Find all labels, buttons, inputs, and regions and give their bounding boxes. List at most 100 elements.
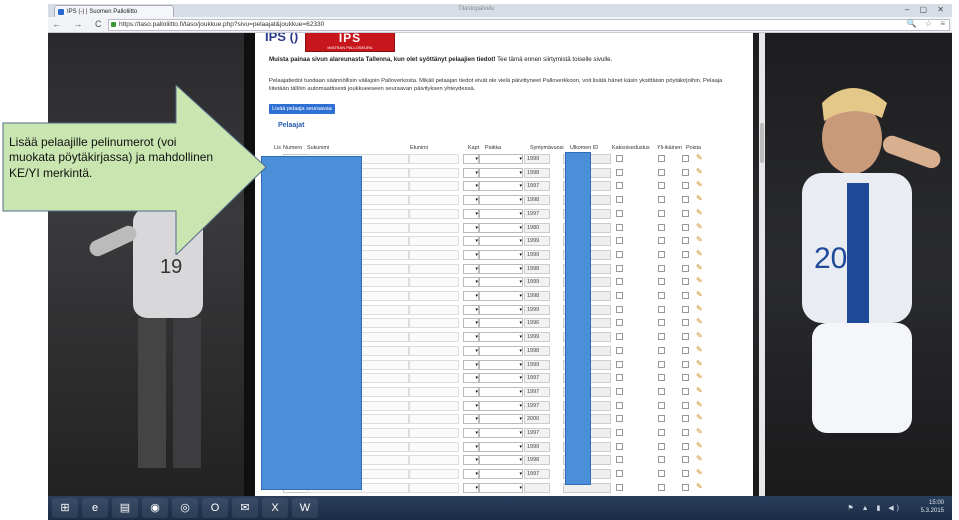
- delete-checkbox[interactable]: [682, 305, 689, 313]
- overage-checkbox[interactable]: [658, 401, 665, 409]
- position-select[interactable]: ▾: [479, 304, 523, 315]
- delete-checkbox[interactable]: [682, 374, 689, 382]
- position-select[interactable]: ▾: [479, 359, 523, 370]
- edit-pencil-icon[interactable]: ✎: [696, 427, 703, 436]
- position-select[interactable]: ▾: [479, 167, 523, 178]
- overage-checkbox[interactable]: [658, 319, 665, 327]
- overage-checkbox[interactable]: [658, 483, 665, 491]
- overage-checkbox[interactable]: [658, 196, 665, 204]
- delete-checkbox[interactable]: [682, 401, 689, 409]
- firstname-field[interactable]: [409, 359, 459, 370]
- delete-checkbox[interactable]: [682, 250, 689, 258]
- overage-checkbox[interactable]: [658, 264, 665, 272]
- firstname-field[interactable]: [409, 469, 459, 480]
- edit-pencil-icon[interactable]: ✎: [696, 482, 703, 491]
- position-select[interactable]: ▾: [479, 482, 523, 493]
- position-select[interactable]: ▾: [479, 386, 523, 397]
- captain-select[interactable]: ▾: [463, 318, 479, 329]
- tray-icons[interactable]: ⚑ ▲ ▮ ◀): [847, 504, 902, 512]
- captain-select[interactable]: ▾: [463, 263, 479, 274]
- captain-select[interactable]: ▾: [463, 208, 479, 219]
- edit-pencil-icon[interactable]: ✎: [696, 180, 703, 189]
- position-select[interactable]: ▾: [479, 373, 523, 384]
- edit-pencil-icon[interactable]: ✎: [696, 304, 703, 313]
- captain-select[interactable]: ▾: [463, 236, 479, 247]
- position-select[interactable]: ▾: [479, 414, 523, 425]
- delete-checkbox[interactable]: [682, 319, 689, 327]
- overage-checkbox[interactable]: [658, 209, 665, 217]
- overage-checkbox[interactable]: [658, 360, 665, 368]
- edit-pencil-icon[interactable]: ✎: [696, 372, 703, 381]
- dual-rep-checkbox[interactable]: [616, 278, 623, 286]
- dual-rep-checkbox[interactable]: [616, 264, 623, 272]
- position-select[interactable]: ▾: [479, 318, 523, 329]
- taskbar-app-icon[interactable]: ◎: [172, 498, 198, 518]
- edit-pencil-icon[interactable]: ✎: [696, 208, 703, 217]
- edit-pencil-icon[interactable]: ✎: [696, 249, 703, 258]
- firstname-field[interactable]: [409, 291, 459, 301]
- position-select[interactable]: ▾: [479, 455, 523, 466]
- captain-select[interactable]: ▾: [463, 222, 479, 233]
- delete-checkbox[interactable]: [682, 292, 689, 299]
- overage-checkbox[interactable]: [658, 387, 665, 395]
- firstname-field[interactable]: [409, 441, 459, 452]
- firstname-field[interactable]: [409, 332, 459, 343]
- overage-checkbox[interactable]: [658, 470, 665, 478]
- window-controls[interactable]: – ▢ ✕: [905, 5, 948, 14]
- position-select[interactable]: ▾: [479, 291, 523, 301]
- delete-checkbox[interactable]: [682, 415, 689, 423]
- clock[interactable]: 15:00 5.3.2015: [921, 499, 944, 515]
- delete-checkbox[interactable]: [682, 470, 689, 478]
- position-select[interactable]: ▾: [479, 195, 523, 206]
- edit-pencil-icon[interactable]: ✎: [696, 413, 703, 422]
- firstname-field[interactable]: [409, 236, 459, 247]
- taskbar-app-icon[interactable]: O: [202, 498, 228, 518]
- dual-rep-checkbox[interactable]: [616, 456, 623, 464]
- position-select[interactable]: ▾: [479, 428, 523, 438]
- captain-select[interactable]: ▾: [463, 291, 479, 301]
- overage-checkbox[interactable]: [658, 429, 665, 436]
- delete-checkbox[interactable]: [682, 264, 689, 272]
- dual-rep-checkbox[interactable]: [616, 319, 623, 327]
- position-select[interactable]: ▾: [479, 277, 523, 288]
- position-select[interactable]: ▾: [479, 400, 523, 411]
- dual-rep-checkbox[interactable]: [616, 168, 623, 176]
- firstname-field[interactable]: [409, 154, 459, 164]
- firstname-field[interactable]: [409, 249, 459, 260]
- delete-checkbox[interactable]: [682, 278, 689, 286]
- position-select[interactable]: ▾: [479, 154, 523, 164]
- firstname-field[interactable]: [409, 181, 459, 192]
- dual-rep-checkbox[interactable]: [616, 237, 623, 245]
- overage-checkbox[interactable]: [658, 442, 665, 450]
- overage-checkbox[interactable]: [658, 333, 665, 341]
- dual-rep-checkbox[interactable]: [616, 470, 623, 478]
- delete-checkbox[interactable]: [682, 182, 689, 190]
- edit-pencil-icon[interactable]: ✎: [696, 235, 703, 244]
- position-select[interactable]: ▾: [479, 208, 523, 219]
- add-player-button[interactable]: Lisää pelaaja seuraavaa: [269, 104, 335, 114]
- captain-select[interactable]: ▾: [463, 428, 479, 438]
- dual-rep-checkbox[interactable]: [616, 483, 623, 491]
- edit-pencil-icon[interactable]: ✎: [696, 345, 703, 354]
- overage-checkbox[interactable]: [658, 223, 665, 231]
- taskbar-app-icon[interactable]: ▤: [112, 498, 138, 518]
- overage-checkbox[interactable]: [658, 182, 665, 190]
- delete-checkbox[interactable]: [682, 209, 689, 217]
- captain-select[interactable]: ▾: [463, 195, 479, 206]
- dual-rep-checkbox[interactable]: [616, 196, 623, 204]
- overage-checkbox[interactable]: [658, 292, 665, 299]
- dual-rep-checkbox[interactable]: [616, 223, 623, 231]
- captain-select[interactable]: ▾: [463, 469, 479, 480]
- captain-select[interactable]: ▾: [463, 249, 479, 260]
- overage-checkbox[interactable]: [658, 250, 665, 258]
- position-select[interactable]: ▾: [479, 263, 523, 274]
- captain-select[interactable]: ▾: [463, 482, 479, 493]
- captain-select[interactable]: ▾: [463, 455, 479, 466]
- captain-select[interactable]: ▾: [463, 359, 479, 370]
- delete-checkbox[interactable]: [682, 333, 689, 341]
- page-scrollbar[interactable]: [759, 33, 765, 496]
- dual-rep-checkbox[interactable]: [616, 442, 623, 450]
- edit-pencil-icon[interactable]: ✎: [696, 386, 703, 395]
- firstname-field[interactable]: [409, 428, 459, 438]
- address-bar[interactable]: https://taso.palloliitto.fi/taso/joukkue…: [108, 19, 950, 31]
